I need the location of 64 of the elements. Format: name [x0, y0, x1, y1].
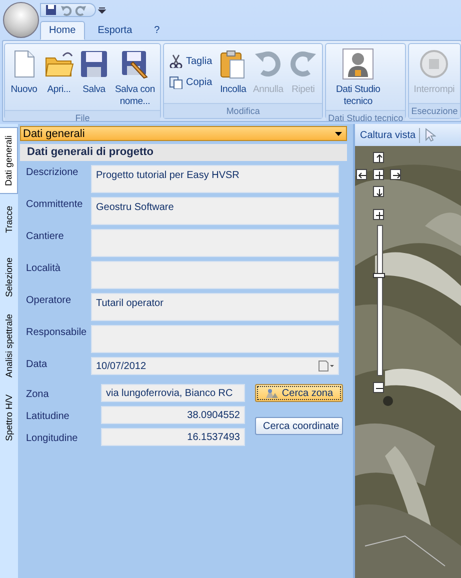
field-label: Operatore [26, 294, 72, 306]
side-tab[interactable]: Analisi spettrale [0, 310, 18, 382]
ribbon-button[interactable]: Nuovo [7, 46, 41, 98]
date-field[interactable]: 10/07/2012 [91, 357, 339, 375]
pan-center-icon [374, 170, 383, 179]
dropdown-caret-icon [335, 132, 342, 136]
scissors-icon [169, 54, 183, 68]
pointer-icon [424, 128, 436, 142]
side-tab[interactable]: Dati generali [0, 127, 18, 194]
stop-icon [418, 48, 450, 80]
group-label: Dati Studio tecnico [326, 110, 406, 121]
ribbon-tab[interactable]: Esporta [88, 21, 142, 40]
field-label: Longitudine [26, 432, 79, 444]
floppy-pencil-icon [119, 48, 151, 80]
date-value: 10/07/2012 [96, 360, 146, 372]
customize-caret-icon [98, 6, 106, 14]
input-field[interactable]: 38.0904552 [101, 406, 245, 424]
pan-left-icon [357, 170, 366, 179]
ribbon-button[interactable]: Incolla [216, 46, 250, 98]
field-label: Responsabile [26, 326, 88, 338]
section-dropdown[interactable]: Dati generali [20, 126, 347, 141]
search-button[interactable]: Cerca coordinate [255, 417, 343, 435]
ribbon-tab[interactable]: ? [145, 21, 169, 40]
search-map-icon [264, 387, 279, 399]
ribbon-tab[interactable]: Home [40, 21, 85, 40]
section-header: Dati generali di progetto [20, 144, 347, 161]
side-tab[interactable]: Spettro H/V [0, 382, 18, 454]
ribbon-button[interactable]: Dati Studio tecnico [328, 46, 388, 110]
group-label: File [5, 110, 160, 121]
input-field[interactable]: 16.1537493 [101, 428, 245, 446]
copy-icon [169, 75, 183, 89]
zoom-slider-thumb[interactable] [373, 272, 385, 278]
ribbon-button[interactable]: Copia [166, 73, 216, 91]
calendar-icon [318, 360, 334, 372]
save-icon [45, 4, 57, 16]
dropdown-value: Dati generali [23, 128, 85, 140]
ribbon-button[interactable]: Apri... [42, 46, 76, 98]
ribbon-button[interactable]: Salva [77, 46, 111, 98]
text-area[interactable]: Tutaril operator [91, 293, 339, 321]
input-field[interactable]: via lungoferrovia, Bianco RC [101, 384, 245, 402]
zoom-in-icon [374, 210, 383, 219]
field-label: Data [26, 358, 48, 370]
field-label: Cantiere [26, 230, 65, 242]
side-tab[interactable]: Tracce [0, 194, 18, 244]
undo-icon [60, 4, 72, 16]
field-label: Descrizione [26, 166, 80, 178]
side-tab[interactable]: Selezione [0, 244, 18, 310]
pan-up-icon [374, 153, 383, 162]
group-label: Esecuzione [409, 103, 460, 118]
text-area[interactable]: Progetto tutorial per Easy HVSR [91, 165, 339, 193]
field-label: Committente [26, 198, 84, 210]
field-label: Zona [26, 388, 50, 400]
person-icon [342, 48, 374, 80]
search-button[interactable]: Cerca zona [255, 384, 343, 402]
pan-right-icon [391, 170, 400, 179]
text-area[interactable]: Geostru Software [91, 197, 339, 225]
field-label: Località [26, 262, 62, 274]
app-menu-button[interactable] [3, 2, 39, 38]
field-label: Latitudine [26, 410, 70, 422]
ribbon-button[interactable]: Salva con nome... [112, 46, 158, 110]
ribbon-button[interactable]: Taglia [166, 52, 216, 70]
redo-icon [75, 4, 87, 16]
group-label: Modifica [164, 103, 322, 118]
pan-down-icon [374, 187, 383, 196]
